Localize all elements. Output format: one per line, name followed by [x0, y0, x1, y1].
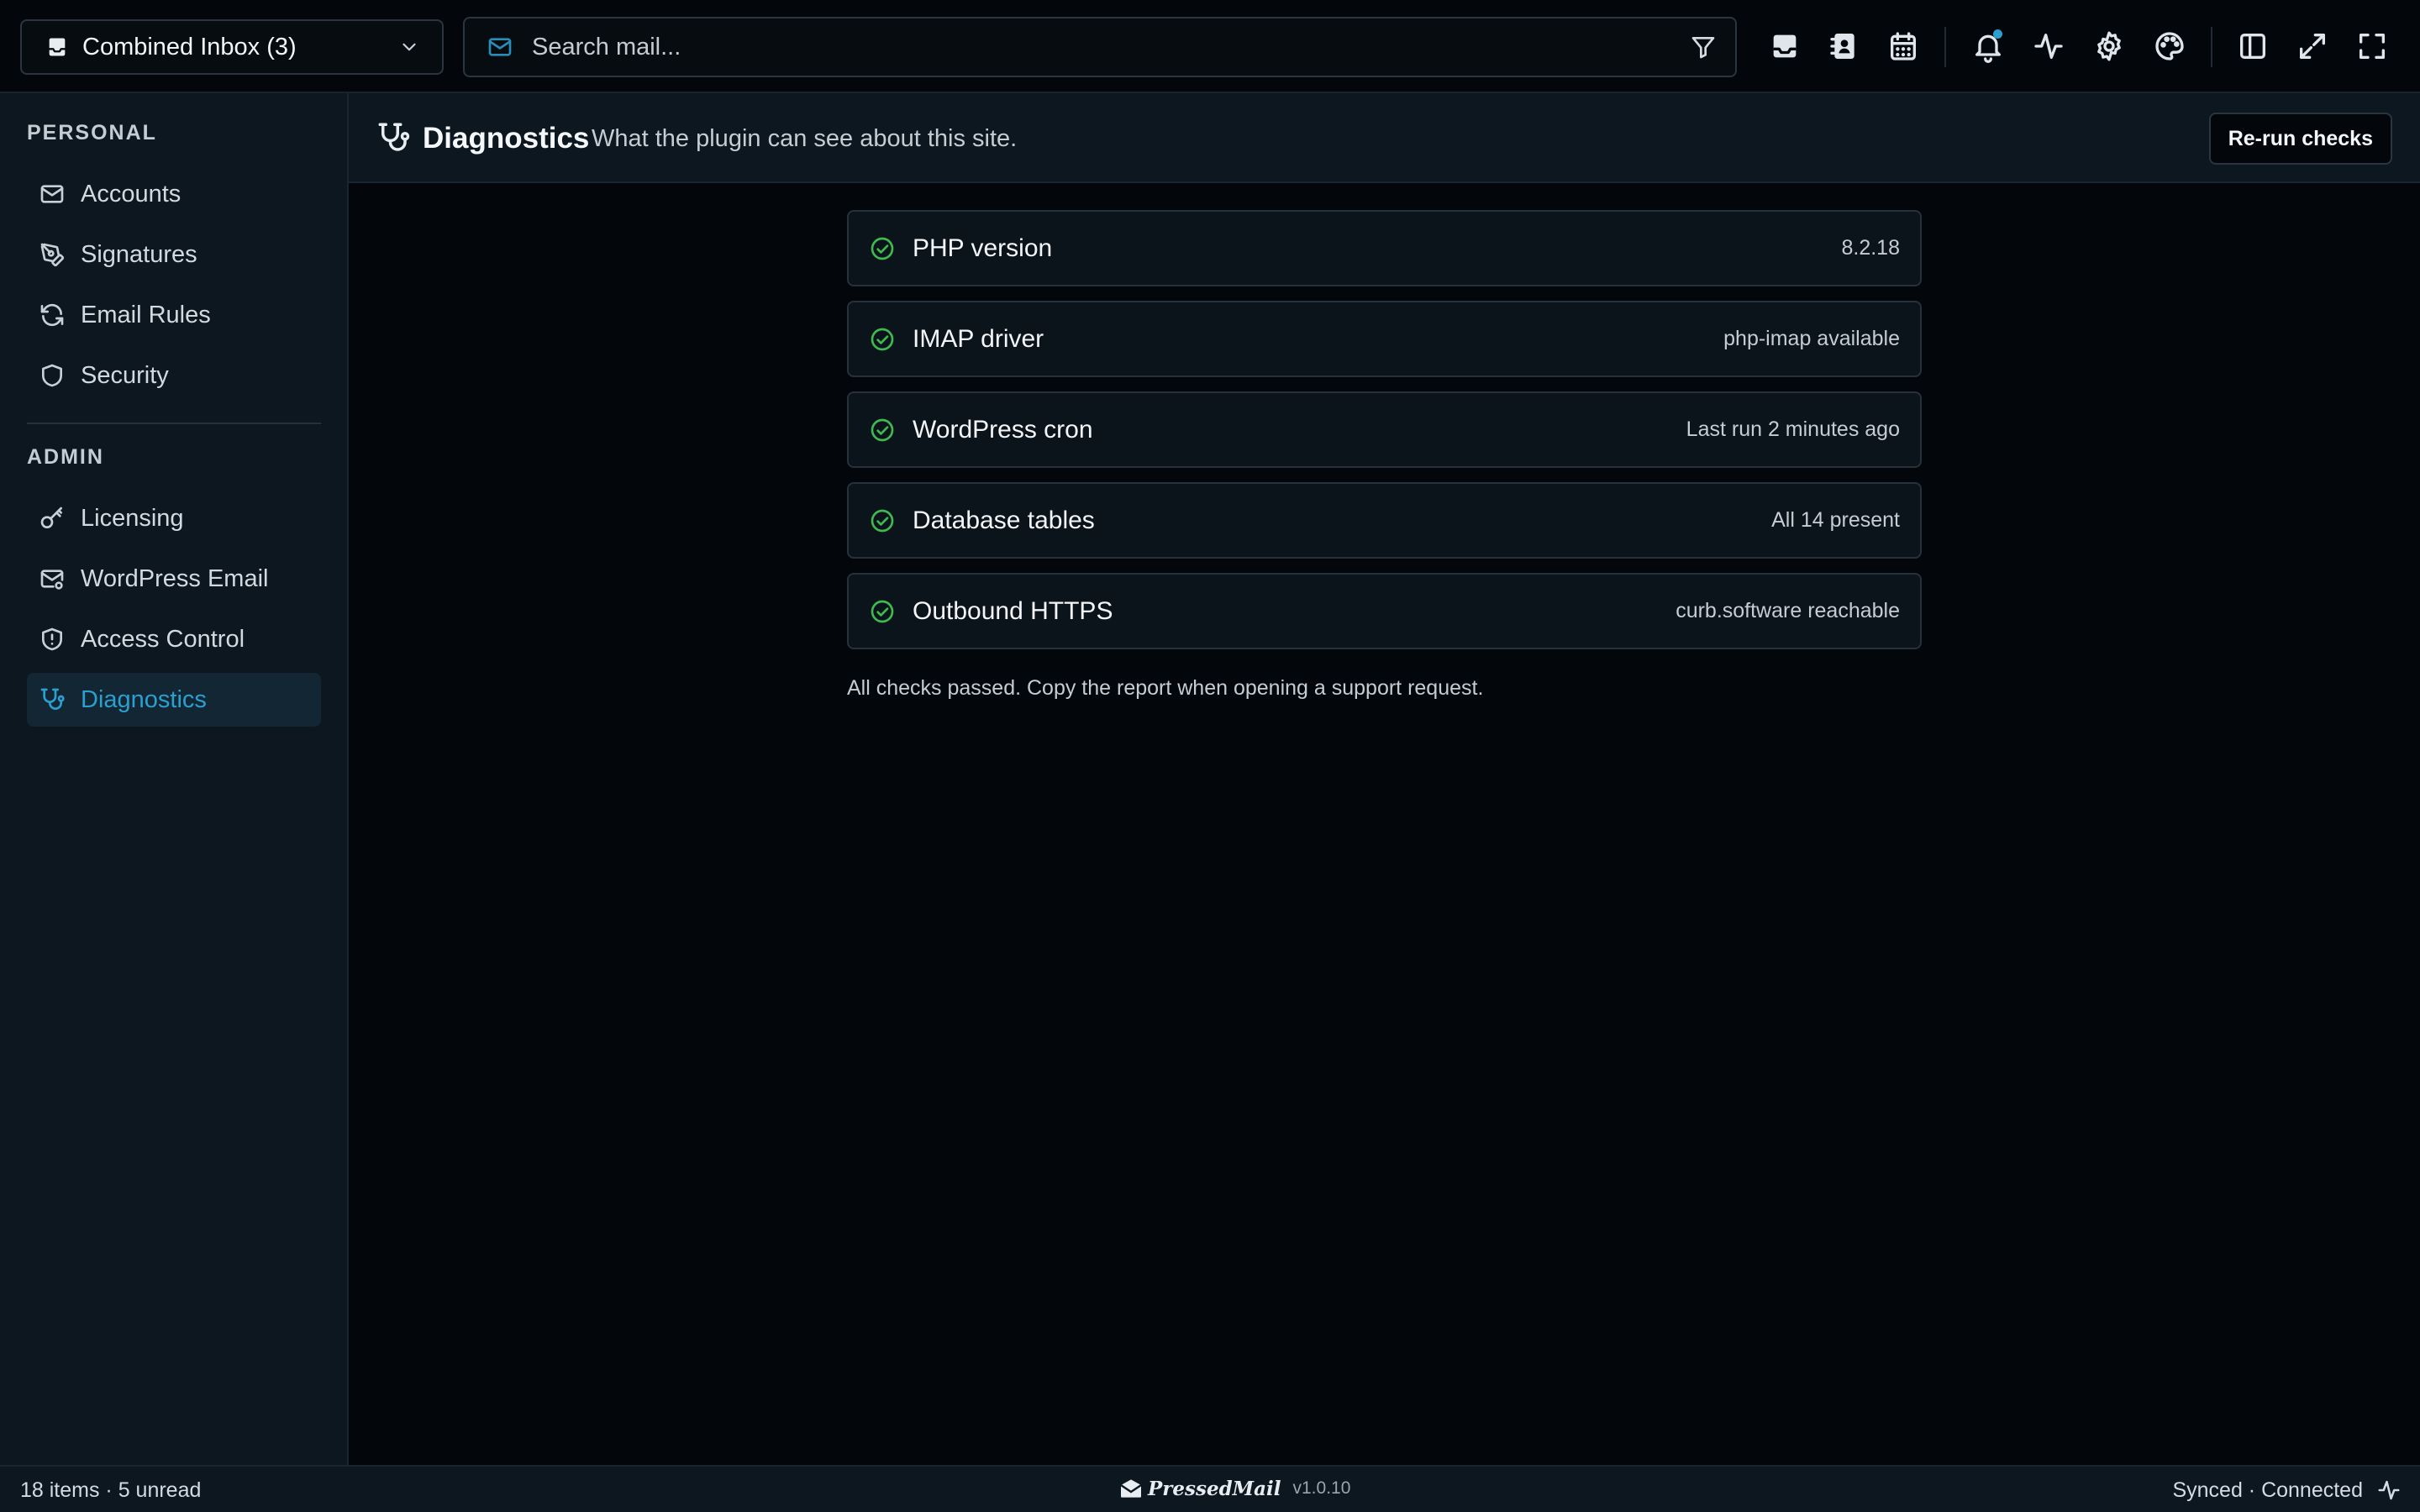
inbox-selector[interactable]: Combined Inbox (3): [20, 19, 444, 75]
sidebar-item-label: Licensing: [81, 504, 184, 532]
toolbar-divider: [2211, 27, 2212, 67]
pen-tool-icon: [40, 243, 65, 267]
gear-icon[interactable]: [2092, 29, 2126, 63]
calendar-icon[interactable]: [1886, 29, 1920, 63]
stethoscope-icon: [40, 688, 65, 710]
section-title-personal: PERSONAL: [27, 121, 157, 144]
sidebar-item-wordpress-email[interactable]: WordPress Email: [27, 552, 321, 606]
mail-cog-icon: [40, 570, 64, 590]
inbox-selector-label: Combined Inbox (3): [82, 33, 297, 60]
key-icon: [40, 507, 62, 528]
check-row-outbound-https: Outbound HTTPS curb.software reachable: [847, 573, 1922, 649]
item-count: 18 items · 5 unread: [20, 1478, 202, 1502]
check-circle-icon: [871, 600, 894, 622]
mail-icon: [488, 38, 512, 56]
check-row-imap-driver: IMAP driver php-imap available: [847, 301, 1922, 377]
check-value: curb.software reachable: [1676, 599, 1900, 622]
chevron-down-icon: [402, 43, 416, 51]
sidebar-item-licensing[interactable]: Licensing: [27, 491, 321, 545]
check-name: IMAP driver: [913, 324, 1044, 353]
sidebar-item-access-control[interactable]: Access Control: [27, 612, 321, 666]
sidebar-item-label: Diagnostics: [81, 685, 207, 713]
check-circle-icon: [871, 509, 894, 532]
section-title-admin: ADMIN: [27, 445, 104, 469]
check-circle-icon: [871, 237, 894, 260]
top-bar: Combined Inbox (3): [0, 0, 2420, 93]
brand-name: PressedMail: [1148, 1477, 1281, 1500]
sidebar-item-accounts[interactable]: Accounts: [27, 167, 321, 221]
search-box: [463, 17, 1737, 77]
page-title: Diagnostics: [423, 122, 590, 155]
check-value: 8.2.18: [1841, 236, 1900, 260]
sidebar-item-label: Access Control: [81, 625, 245, 653]
fullscreen-icon[interactable]: [2355, 29, 2389, 63]
shield-icon: [42, 364, 62, 387]
check-row-php-version: PHP version 8.2.18: [847, 210, 1922, 286]
sidebar-divider: [27, 423, 321, 424]
check-name: Outbound HTTPS: [913, 596, 1113, 625]
sidebar-item-signatures[interactable]: Signatures: [27, 228, 321, 281]
check-row-database-tables: Database tables All 14 present: [847, 482, 1922, 559]
check-value: All 14 present: [1771, 508, 1900, 532]
status-bar: 18 items · 5 unread PressedMail v1.0.10 …: [0, 1465, 2420, 1512]
palette-icon[interactable]: [2153, 29, 2186, 63]
contacts-icon[interactable]: [1828, 29, 1861, 63]
page-header: Diagnostics What the plugin can see abou…: [349, 93, 2420, 183]
shield-alert-icon: [42, 627, 62, 651]
sidebar-item-diagnostics[interactable]: Diagnostics: [27, 673, 321, 727]
sidebar-item-label: Accounts: [81, 180, 182, 207]
version-label: v1.0.10: [1292, 1478, 1351, 1498]
mail-icon: [40, 185, 64, 203]
inbox-icon: [48, 38, 66, 56]
sidebar-item-label: Signatures: [81, 240, 197, 268]
sidebar-item-label: Security: [81, 361, 169, 389]
rerun-checks-button[interactable]: Re-run checks: [2208, 113, 2392, 165]
page-subtitle: What the plugin can see about this site.: [592, 125, 1018, 152]
expand-icon[interactable]: [2296, 29, 2329, 63]
check-value: Last run 2 minutes ago: [1686, 417, 1900, 441]
check-name: Database tables: [913, 506, 1095, 534]
check-row-wordpress-cron: WordPress cron Last run 2 minutes ago: [847, 391, 1922, 468]
check-circle-icon: [871, 328, 894, 350]
check-circle-icon: [871, 418, 894, 441]
filter-icon[interactable]: [1690, 34, 1717, 60]
refresh-icon: [40, 303, 64, 327]
notification-badge: [1993, 29, 2002, 39]
sidebar-toggle-icon[interactable]: [2236, 29, 2270, 63]
sidebar-item-label: Email Rules: [81, 301, 211, 328]
check-name: WordPress cron: [913, 415, 1093, 444]
sidebar-item-email-rules[interactable]: Email Rules: [27, 288, 321, 342]
inbox-icon[interactable]: [1768, 29, 1802, 63]
sidebar-item-security[interactable]: Security: [27, 349, 321, 402]
stethoscope-icon: [378, 123, 410, 151]
connection-status: Synced · Connected: [2172, 1478, 2363, 1502]
activity-icon[interactable]: [2032, 29, 2065, 63]
checks-summary: All checks passed. Copy the report when …: [847, 676, 1484, 700]
check-name: PHP version: [913, 234, 1053, 262]
sidebar-item-label: WordPress Email: [81, 564, 269, 592]
brand: PressedMail v1.0.10: [1118, 1475, 1350, 1502]
activity-icon: [2378, 1480, 2400, 1500]
sidebar: PERSONAL Accounts Signatures Email Rules…: [0, 93, 349, 1465]
logo-icon: [1120, 1479, 1142, 1498]
check-value: php-imap available: [1723, 327, 1900, 350]
toolbar-divider: [1944, 27, 1946, 67]
search-input[interactable]: [532, 33, 1690, 61]
